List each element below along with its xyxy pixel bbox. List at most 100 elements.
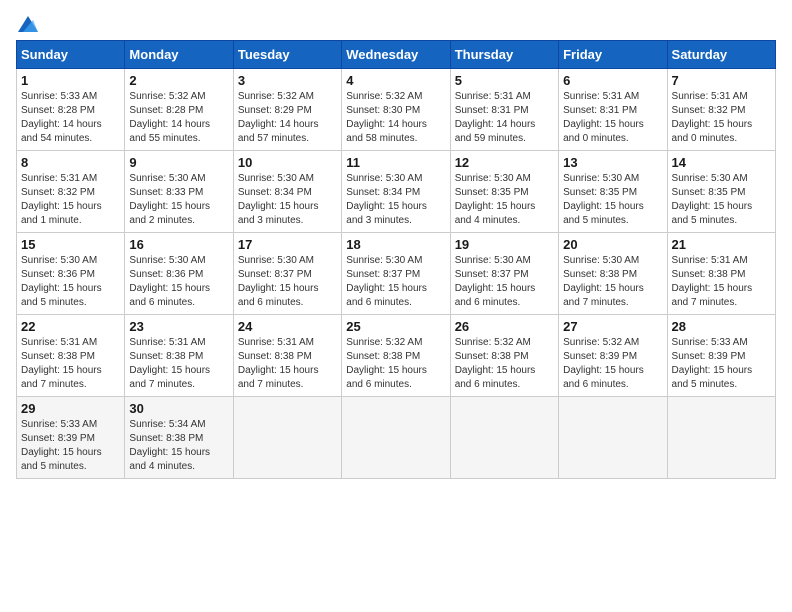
header-row: SundayMondayTuesdayWednesdayThursdayFrid… [17,41,776,69]
day-info: Sunrise: 5:31 AM Sunset: 8:32 PM Dayligh… [21,172,120,228]
calendar-body: 1 Sunrise: 5:33 AM Sunset: 8:28 PM Daylig… [17,69,776,479]
calendar-cell [342,397,450,479]
calendar-cell: 2 Sunrise: 5:32 AM Sunset: 8:28 PM Daylig… [125,69,233,151]
day-info: Sunrise: 5:31 AM Sunset: 8:38 PM Dayligh… [129,336,228,392]
day-number: 7 [672,73,771,88]
day-of-week-header: Friday [559,41,667,69]
day-info: Sunrise: 5:30 AM Sunset: 8:35 PM Dayligh… [672,172,771,228]
calendar-week-row: 22 Sunrise: 5:31 AM Sunset: 8:38 PM Dayli… [17,315,776,397]
day-info: Sunrise: 5:33 AM Sunset: 8:28 PM Dayligh… [21,90,120,146]
day-of-week-header: Thursday [450,41,558,69]
calendar-cell: 23 Sunrise: 5:31 AM Sunset: 8:38 PM Dayli… [125,315,233,397]
calendar-cell: 4 Sunrise: 5:32 AM Sunset: 8:30 PM Daylig… [342,69,450,151]
day-number: 15 [21,237,120,252]
day-of-week-header: Monday [125,41,233,69]
day-of-week-header: Wednesday [342,41,450,69]
day-number: 23 [129,319,228,334]
calendar-cell: 14 Sunrise: 5:30 AM Sunset: 8:35 PM Dayli… [667,151,775,233]
day-number: 4 [346,73,445,88]
day-of-week-header: Saturday [667,41,775,69]
calendar-week-row: 15 Sunrise: 5:30 AM Sunset: 8:36 PM Dayli… [17,233,776,315]
calendar-cell: 24 Sunrise: 5:31 AM Sunset: 8:38 PM Dayli… [233,315,341,397]
day-number: 27 [563,319,662,334]
calendar-cell: 8 Sunrise: 5:31 AM Sunset: 8:32 PM Daylig… [17,151,125,233]
day-info: Sunrise: 5:30 AM Sunset: 8:34 PM Dayligh… [238,172,337,228]
day-info: Sunrise: 5:32 AM Sunset: 8:39 PM Dayligh… [563,336,662,392]
day-number: 28 [672,319,771,334]
day-number: 30 [129,401,228,416]
calendar-cell: 27 Sunrise: 5:32 AM Sunset: 8:39 PM Dayli… [559,315,667,397]
calendar-cell: 22Sunrise: 5:31 AM Sunset: 8:38 PM Dayli… [17,315,125,397]
day-info: Sunrise: 5:30 AM Sunset: 8:36 PM Dayligh… [21,254,120,310]
day-number: 14 [672,155,771,170]
day-number: 25 [346,319,445,334]
calendar-cell: 19Sunrise: 5:30 AM Sunset: 8:37 PM Dayli… [450,233,558,315]
calendar-cell [450,397,558,479]
calendar-cell: 6 Sunrise: 5:31 AM Sunset: 8:31 PM Daylig… [559,69,667,151]
day-of-week-header: Sunday [17,41,125,69]
calendar-week-row: 8 Sunrise: 5:31 AM Sunset: 8:32 PM Daylig… [17,151,776,233]
day-number: 22 [21,319,120,334]
calendar-cell: 10 Sunrise: 5:30 AM Sunset: 8:34 PM Dayli… [233,151,341,233]
day-info: Sunrise: 5:30 AM Sunset: 8:38 PM Dayligh… [563,254,662,310]
calendar-cell [233,397,341,479]
day-info: Sunrise: 5:31 AM Sunset: 8:32 PM Dayligh… [672,90,771,146]
calendar-cell: 13Sunrise: 5:30 AM Sunset: 8:35 PM Dayli… [559,151,667,233]
day-info: Sunrise: 5:32 AM Sunset: 8:38 PM Dayligh… [346,336,445,392]
calendar-header: SundayMondayTuesdayWednesdayThursdayFrid… [17,41,776,69]
day-number: 26 [455,319,554,334]
calendar-cell: 9Sunrise: 5:30 AM Sunset: 8:33 PM Daylig… [125,151,233,233]
calendar-cell [559,397,667,479]
day-number: 6 [563,73,662,88]
day-info: Sunrise: 5:31 AM Sunset: 8:31 PM Dayligh… [455,90,554,146]
day-number: 10 [238,155,337,170]
day-info: Sunrise: 5:32 AM Sunset: 8:30 PM Dayligh… [346,90,445,146]
calendar-cell: 17 Sunrise: 5:30 AM Sunset: 8:37 PM Dayli… [233,233,341,315]
day-info: Sunrise: 5:30 AM Sunset: 8:34 PM Dayligh… [346,172,445,228]
logo-icon [18,16,38,32]
day-info: Sunrise: 5:30 AM Sunset: 8:35 PM Dayligh… [455,172,554,228]
calendar-cell: 15 Sunrise: 5:30 AM Sunset: 8:36 PM Dayli… [17,233,125,315]
day-info: Sunrise: 5:31 AM Sunset: 8:38 PM Dayligh… [672,254,771,310]
calendar-cell: 12Sunrise: 5:30 AM Sunset: 8:35 PM Dayli… [450,151,558,233]
calendar-cell: 5 Sunrise: 5:31 AM Sunset: 8:31 PM Daylig… [450,69,558,151]
day-number: 8 [21,155,120,170]
calendar-table: SundayMondayTuesdayWednesdayThursdayFrid… [16,40,776,479]
day-number: 20 [563,237,662,252]
day-number: 2 [129,73,228,88]
calendar-cell: 30 Sunrise: 5:34 AM Sunset: 8:38 PM Dayli… [125,397,233,479]
calendar-cell: 21 Sunrise: 5:31 AM Sunset: 8:38 PM Dayli… [667,233,775,315]
day-info: Sunrise: 5:32 AM Sunset: 8:29 PM Dayligh… [238,90,337,146]
day-info: Sunrise: 5:30 AM Sunset: 8:36 PM Dayligh… [129,254,228,310]
calendar-cell: 20 Sunrise: 5:30 AM Sunset: 8:38 PM Dayli… [559,233,667,315]
calendar-cell: 7 Sunrise: 5:31 AM Sunset: 8:32 PM Daylig… [667,69,775,151]
day-number: 17 [238,237,337,252]
day-info: Sunrise: 5:31 AM Sunset: 8:31 PM Dayligh… [563,90,662,146]
day-info: Sunrise: 5:32 AM Sunset: 8:28 PM Dayligh… [129,90,228,146]
calendar-cell: 28Sunrise: 5:33 AM Sunset: 8:39 PM Dayli… [667,315,775,397]
calendar-cell: 26 Sunrise: 5:32 AM Sunset: 8:38 PM Dayli… [450,315,558,397]
day-number: 5 [455,73,554,88]
calendar-cell: 1 Sunrise: 5:33 AM Sunset: 8:28 PM Daylig… [17,69,125,151]
calendar-week-row: 29Sunrise: 5:33 AM Sunset: 8:39 PM Dayli… [17,397,776,479]
day-number: 29 [21,401,120,416]
day-info: Sunrise: 5:32 AM Sunset: 8:38 PM Dayligh… [455,336,554,392]
day-info: Sunrise: 5:34 AM Sunset: 8:38 PM Dayligh… [129,418,228,474]
day-of-week-header: Tuesday [233,41,341,69]
calendar-cell: 16Sunrise: 5:30 AM Sunset: 8:36 PM Dayli… [125,233,233,315]
day-number: 1 [21,73,120,88]
page-header [16,16,776,32]
day-info: Sunrise: 5:31 AM Sunset: 8:38 PM Dayligh… [238,336,337,392]
calendar-week-row: 1 Sunrise: 5:33 AM Sunset: 8:28 PM Daylig… [17,69,776,151]
day-number: 24 [238,319,337,334]
day-number: 21 [672,237,771,252]
day-number: 13 [563,155,662,170]
day-info: Sunrise: 5:30 AM Sunset: 8:37 PM Dayligh… [238,254,337,310]
calendar-cell: 29Sunrise: 5:33 AM Sunset: 8:39 PM Dayli… [17,397,125,479]
calendar-cell: 3Sunrise: 5:32 AM Sunset: 8:29 PM Daylig… [233,69,341,151]
calendar-cell: 18Sunrise: 5:30 AM Sunset: 8:37 PM Dayli… [342,233,450,315]
logo [16,16,40,32]
calendar-cell: 25 Sunrise: 5:32 AM Sunset: 8:38 PM Dayli… [342,315,450,397]
day-info: Sunrise: 5:30 AM Sunset: 8:37 PM Dayligh… [455,254,554,310]
day-info: Sunrise: 5:30 AM Sunset: 8:33 PM Dayligh… [129,172,228,228]
